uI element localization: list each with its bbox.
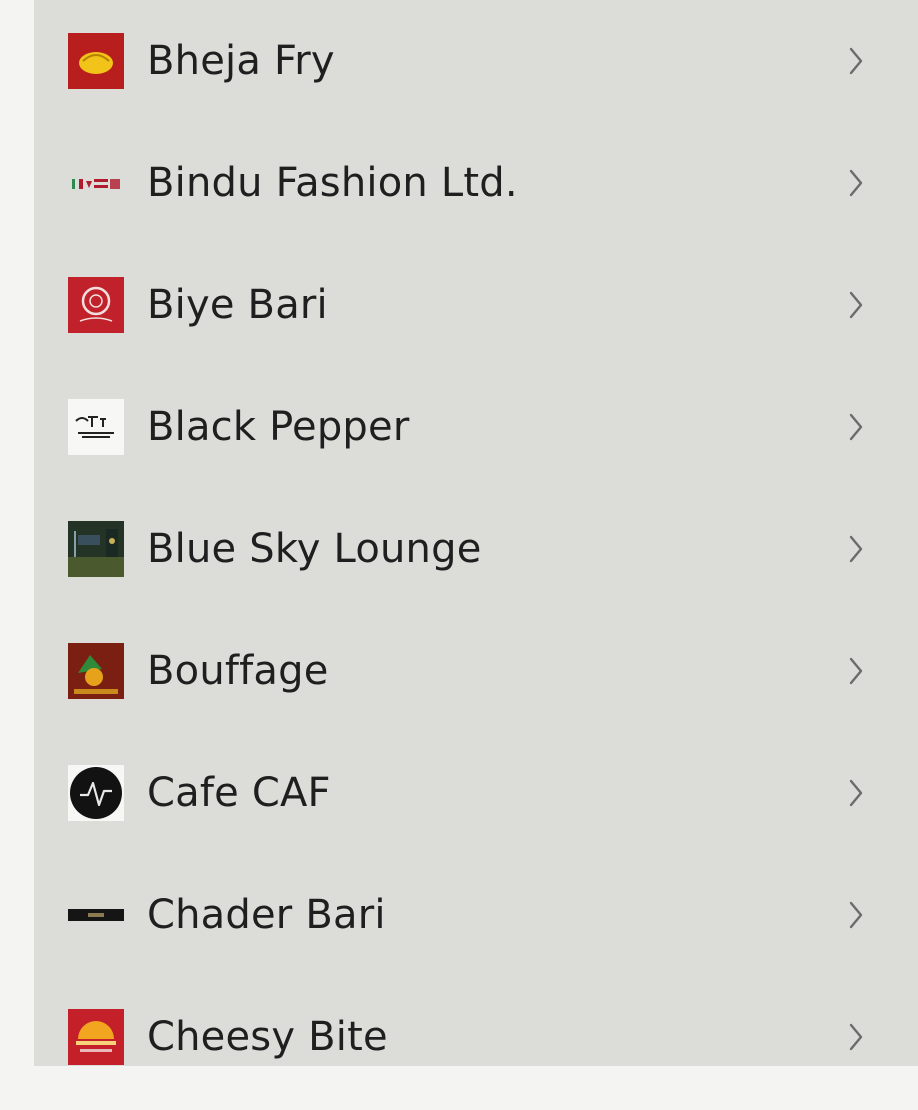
list-item-biye-bari[interactable]: Biye Bari [34,244,918,366]
brand-list: Bheja Fry Bindu Fashion Ltd. Biye Bari B… [34,0,918,1066]
cafe-caf-logo [68,765,124,821]
list-item-label: Bouffage [147,648,329,694]
list-item-label: Cafe CAF [147,770,331,816]
chevron-right-icon [849,901,863,929]
list-item-chader-bari[interactable]: Chader Bari [34,854,918,976]
list-item-label: Bheja Fry [147,38,335,84]
screen: Bheja Fry Bindu Fashion Ltd. Biye Bari B… [0,0,918,1110]
list-item-cafe-caf[interactable]: Cafe CAF [34,732,918,854]
bindu-fashion-logo [68,155,124,211]
chevron-right-icon [849,657,863,685]
chevron-right-icon [849,169,863,197]
list-item-label: Cheesy Bite [147,1014,388,1060]
list-item-label: Chader Bari [147,892,386,938]
blue-sky-lounge-logo [68,521,124,577]
bheja-fry-logo [68,33,124,89]
bouffage-logo [68,643,124,699]
list-item-label: Biye Bari [147,282,328,328]
chevron-right-icon [849,1023,863,1051]
list-item-black-pepper[interactable]: Black Pepper [34,366,918,488]
biye-bari-logo [68,277,124,333]
chevron-right-icon [849,779,863,807]
chevron-right-icon [849,291,863,319]
list-item-bheja-fry[interactable]: Bheja Fry [34,0,918,122]
list-item-label: Blue Sky Lounge [147,526,482,572]
list-item-label: Black Pepper [147,404,410,450]
chader-bari-logo [68,887,124,943]
list-item-bindu-fashion[interactable]: Bindu Fashion Ltd. [34,122,918,244]
chevron-right-icon [849,413,863,441]
black-pepper-logo [68,399,124,455]
chevron-right-icon [849,47,863,75]
list-item-blue-sky-lounge[interactable]: Blue Sky Lounge [34,488,918,610]
list-item-bouffage[interactable]: Bouffage [34,610,918,732]
chevron-right-icon [849,535,863,563]
cheesy-bite-logo [68,1009,124,1065]
list-item-label: Bindu Fashion Ltd. [147,160,518,206]
list-item-cheesy-bite[interactable]: Cheesy Bite [34,976,918,1066]
